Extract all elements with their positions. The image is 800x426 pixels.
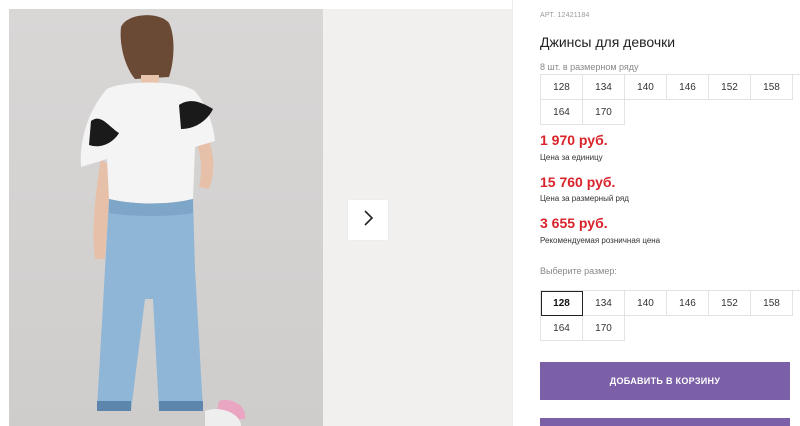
- unit-price: 1 970 руб.: [540, 132, 608, 148]
- size-range-cell: 146: [667, 75, 709, 100]
- size-range-label: 8 шт. в размерном ряду: [540, 62, 639, 72]
- size-range-grid: 128 134 140 146 152 158 164 170: [540, 74, 800, 125]
- product-gallery: [9, 9, 512, 426]
- size-range-cell: 170: [583, 100, 625, 125]
- secondary-action-button[interactable]: [540, 418, 790, 426]
- product-title: Джинсы для девочки: [540, 34, 676, 50]
- product-sku: АРТ. 12421184: [540, 12, 590, 19]
- row-price: 15 760 руб.: [540, 174, 616, 190]
- size-option-selected[interactable]: 128: [541, 291, 583, 316]
- size-option[interactable]: 158: [751, 291, 793, 316]
- size-range-cell: 140: [625, 75, 667, 100]
- size-range-cell: 158: [751, 75, 793, 100]
- size-picker: 128 134 140 146 152 158 164 170: [540, 290, 800, 341]
- size-option[interactable]: 134: [583, 291, 625, 316]
- size-range-cell: 152: [709, 75, 751, 100]
- add-to-cart-button[interactable]: ДОБАВИТЬ В КОРЗИНУ: [540, 362, 790, 400]
- size-option[interactable]: 146: [667, 291, 709, 316]
- choose-size-label: Выберите размер:: [540, 266, 617, 276]
- retail-price: 3 655 руб.: [540, 215, 608, 231]
- size-range-cell: 164: [541, 100, 583, 125]
- size-option[interactable]: 170: [583, 316, 625, 341]
- unit-price-caption: Цена за единицу: [540, 153, 603, 162]
- girl-in-jeans-photo: [80, 15, 246, 426]
- panel-divider: [512, 0, 513, 426]
- size-range-cell: 134: [583, 75, 625, 100]
- size-range-cell: 128: [541, 75, 583, 100]
- size-option[interactable]: 164: [541, 316, 583, 341]
- chevron-right-icon: [361, 209, 375, 231]
- retail-price-caption: Рекомендуемая розничная цена: [540, 236, 661, 245]
- size-option[interactable]: 140: [625, 291, 667, 316]
- gallery-next-button[interactable]: [348, 200, 388, 240]
- row-price-caption: Цена за размерный ряд: [540, 194, 629, 203]
- size-option[interactable]: 152: [709, 291, 751, 316]
- product-photo-main[interactable]: [9, 9, 323, 426]
